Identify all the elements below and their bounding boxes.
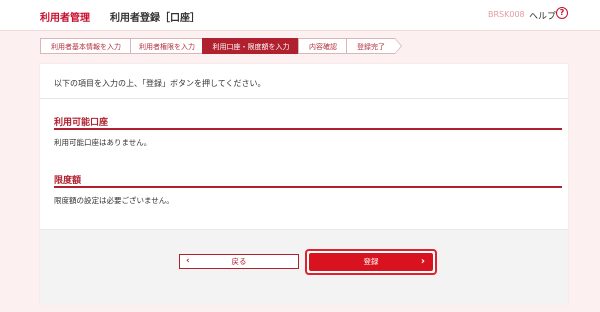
help-link[interactable]: ヘルプ	[529, 9, 556, 22]
step-permissions: 利用者権限を入力	[130, 38, 210, 54]
register-button-focus-ring: 登録 ›	[305, 249, 437, 275]
step-label: 利用者権限を入力	[130, 38, 203, 54]
screen-id: BRSK008	[488, 10, 525, 19]
chevron-left-icon: ‹	[186, 256, 190, 266]
section-title-accounts: 利用可能口座	[54, 118, 109, 128]
intro-text: 以下の項目を入力の上、「登録」ボタンを押してください。	[54, 79, 266, 88]
step-label: 登録完了	[346, 38, 395, 54]
page-title: 利用者登録［口座］	[110, 13, 200, 24]
register-button[interactable]: 登録 ›	[309, 253, 433, 271]
section-title-limits: 限度額	[54, 176, 82, 186]
limits-message: 限度額の設定は必要ございません。	[54, 196, 174, 205]
step-label: 内容確認	[298, 38, 347, 54]
main-panel: 以下の項目を入力の上、「登録」ボタンを押してください。 利用可能口座 利用可能口…	[40, 64, 568, 305]
accounts-message: 利用可能口座はありません。	[54, 138, 152, 147]
help-icon[interactable]: ?	[556, 7, 568, 19]
back-button[interactable]: ‹ 戻る	[179, 254, 299, 269]
divider	[40, 98, 568, 99]
register-button-label: 登録	[363, 257, 379, 266]
app-header: 利用者管理 利用者登録［口座］ BRSK008 ヘルプ ?	[0, 0, 600, 31]
step-accounts-limits: 利用口座・限度額を入力	[202, 38, 306, 54]
chevron-right-icon: ›	[420, 256, 425, 267]
app-title: 利用者管理	[40, 13, 90, 24]
step-basic-info: 利用者基本情報を入力	[40, 38, 138, 54]
step-label: 利用者基本情報を入力	[40, 38, 131, 54]
back-button-label: 戻る	[231, 257, 247, 266]
section-rule	[54, 186, 562, 188]
step-label: 利用口座・限度額を入力	[202, 38, 299, 54]
section-rule	[54, 128, 562, 130]
step-complete: 登録完了	[346, 38, 402, 54]
button-area: ‹ 戻る 登録 ›	[40, 229, 568, 305]
